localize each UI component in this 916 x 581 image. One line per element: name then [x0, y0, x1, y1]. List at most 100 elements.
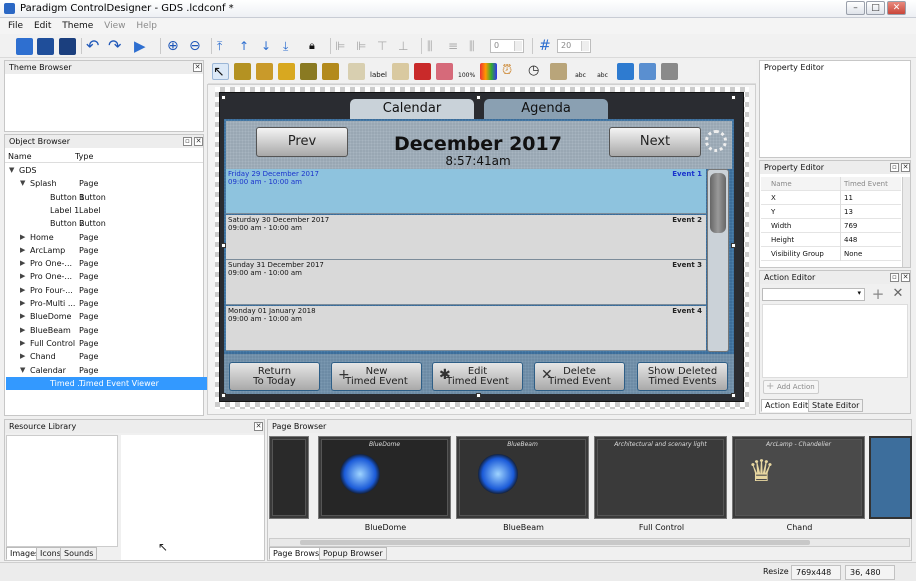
collapsed-arrow-icon[interactable]: ▶	[20, 284, 25, 297]
property-value[interactable]: Timed Event Vie...	[840, 177, 900, 191]
float-icon[interactable]: ▫	[183, 137, 192, 146]
align-bottom-icon[interactable]: ⊥	[398, 38, 415, 55]
resize-handle[interactable]	[221, 393, 226, 398]
action-list[interactable]	[762, 304, 908, 378]
action-button[interactable]: + New Timed Event	[331, 362, 422, 391]
menu-file[interactable]: File	[8, 18, 23, 34]
add-page-link-icon[interactable]	[278, 63, 295, 80]
align-left-icon[interactable]: ⊫	[335, 38, 352, 55]
float-icon[interactable]: ▫	[890, 163, 899, 172]
collapsed-arrow-icon[interactable]: ▶	[20, 244, 25, 257]
new-file-icon[interactable]	[16, 38, 33, 55]
page-thumbnail[interactable]: Architectural and scenary light Full Cont…	[594, 436, 727, 532]
collapsed-arrow-icon[interactable]: ▶	[20, 231, 25, 244]
event-scrollbar[interactable]	[707, 169, 729, 352]
add-text-icon[interactable]	[348, 63, 365, 80]
property-row[interactable]: Name Timed Event Vie...	[761, 177, 901, 191]
tree-row[interactable]: ▶ ArcLamp Page	[6, 244, 208, 257]
tree-row[interactable]: ▶ Pro-Multi ... Page	[6, 297, 208, 310]
open-folder-icon[interactable]	[37, 38, 54, 55]
resize-handle[interactable]	[731, 243, 736, 248]
expanded-arrow-icon[interactable]: ▼	[9, 164, 14, 177]
add-edit-icon[interactable]	[392, 63, 409, 80]
zoom-out-icon[interactable]: ⊖	[189, 38, 206, 55]
property-scrollbar[interactable]	[902, 177, 910, 267]
close-icon[interactable]: ✕	[901, 273, 910, 282]
tree-row[interactable]: ▶ Chand Page	[6, 350, 208, 363]
add-list-icon[interactable]	[661, 63, 678, 80]
page-thumbnail[interactable]	[269, 436, 309, 519]
column-header-name[interactable]: Name	[8, 151, 32, 163]
grid-icon[interactable]: #	[539, 38, 556, 55]
add-slider-icon[interactable]	[414, 63, 431, 80]
tree-row[interactable]: ▶ Home Page	[6, 231, 208, 244]
close-icon[interactable]: ✕	[254, 422, 263, 431]
property-value[interactable]: 448	[840, 233, 900, 247]
add-toggle-icon[interactable]	[256, 63, 273, 80]
tree-row[interactable]: Button 2 Button	[6, 217, 208, 230]
tree-row[interactable]: Timed ... Timed Event Viewer	[6, 376, 208, 390]
tab-agenda[interactable]: Agenda	[484, 99, 608, 121]
event-row[interactable]: Sunday 31 December 2017 09:00 am - 10:00 …	[226, 260, 706, 305]
event-row[interactable]: Monday 01 January 2018 09:00 am - 10:00 a…	[226, 305, 706, 351]
add-label-icon[interactable]: label	[370, 63, 387, 80]
property-value[interactable]: 769	[840, 219, 900, 233]
collapsed-arrow-icon[interactable]: ▶	[20, 297, 25, 310]
resize-handle[interactable]	[731, 393, 736, 398]
tree-row[interactable]: ▼ GDS	[6, 164, 208, 177]
menu-help[interactable]: Help	[136, 18, 157, 34]
minimize-button[interactable]: –	[846, 1, 865, 15]
pointer-icon[interactable]: ↖	[212, 63, 229, 80]
send-backward-icon[interactable]: ↓	[261, 38, 278, 55]
save-icon[interactable]	[59, 38, 76, 55]
scrollbar-thumb[interactable]	[300, 540, 810, 545]
collapsed-arrow-icon[interactable]: ▶	[20, 310, 25, 323]
add-fader-icon[interactable]	[436, 63, 453, 80]
align-right-icon[interactable]: ⊫	[356, 38, 373, 55]
add-action-icon[interactable]: +	[870, 287, 886, 302]
property-row[interactable]: Y 13	[761, 205, 901, 219]
tree-row[interactable]: ▶ BlueBeam Page	[6, 324, 208, 337]
undo-icon[interactable]: ↶	[86, 38, 103, 55]
distribute-horizontal-icon[interactable]: ⫼	[427, 38, 444, 55]
add-color-icon[interactable]	[480, 63, 497, 80]
menu-theme[interactable]: Theme	[62, 18, 93, 34]
event-row[interactable]: Saturday 30 December 2017 09:00 am - 10:0…	[226, 214, 706, 260]
redo-icon[interactable]: ↷	[108, 38, 125, 55]
action-dropdown[interactable]: ▾	[762, 288, 865, 301]
collapsed-arrow-icon[interactable]: ▶	[20, 257, 25, 270]
collapsed-arrow-icon[interactable]: ▶	[20, 350, 25, 363]
tree-row[interactable]: ▶ Pro Four-... Page	[6, 284, 208, 297]
action-button[interactable]: Return To Today	[229, 362, 320, 391]
page-thumbnail-selected[interactable]	[869, 436, 912, 519]
column-header-type[interactable]: Type	[75, 151, 93, 163]
distribute-vertical-icon[interactable]: ≡	[448, 38, 465, 55]
page-thumbnail[interactable]: BlueBeam BlueBeam	[456, 436, 589, 532]
scrollbar-thumb[interactable]	[710, 173, 726, 233]
offset-spinbox[interactable]: 0	[490, 39, 524, 53]
grid-size-spinbox[interactable]: 20	[557, 39, 591, 53]
tree-row[interactable]: Label 1 Label	[6, 204, 208, 217]
add-button-icon[interactable]	[234, 63, 251, 80]
menu-view[interactable]: View	[104, 18, 125, 34]
add-nudge-icon[interactable]: abc	[572, 63, 589, 80]
tab-calendar[interactable]: Calendar	[350, 99, 474, 121]
tab-sounds[interactable]: Sounds	[60, 547, 98, 560]
page-thumbnail[interactable]: BlueDome BlueDome	[318, 436, 451, 532]
close-icon[interactable]: ✕	[193, 63, 202, 72]
close-icon[interactable]: ✕	[901, 163, 910, 172]
resource-list[interactable]	[6, 435, 118, 547]
tab-state-editor[interactable]: State Editor	[808, 399, 864, 412]
property-value[interactable]: 13	[840, 205, 900, 219]
property-value[interactable]: 11	[840, 191, 900, 205]
property-row[interactable]: Visibility Group None	[761, 247, 901, 261]
tree-row[interactable]: ▼ Calendar Page	[6, 364, 208, 377]
tree-row[interactable]: ▼ Splash Page	[6, 177, 208, 190]
tab-popup-browser[interactable]: Popup Browser	[319, 547, 387, 560]
property-value[interactable]: None	[840, 247, 900, 261]
tree-row[interactable]: ▶ Full Control Page	[6, 337, 208, 350]
remove-action-icon[interactable]: ✕	[890, 287, 906, 302]
action-button[interactable]: ✕ Delete Timed Event	[534, 362, 625, 391]
close-icon[interactable]: ✕	[194, 137, 203, 146]
property-row[interactable]: X 11	[761, 191, 901, 205]
